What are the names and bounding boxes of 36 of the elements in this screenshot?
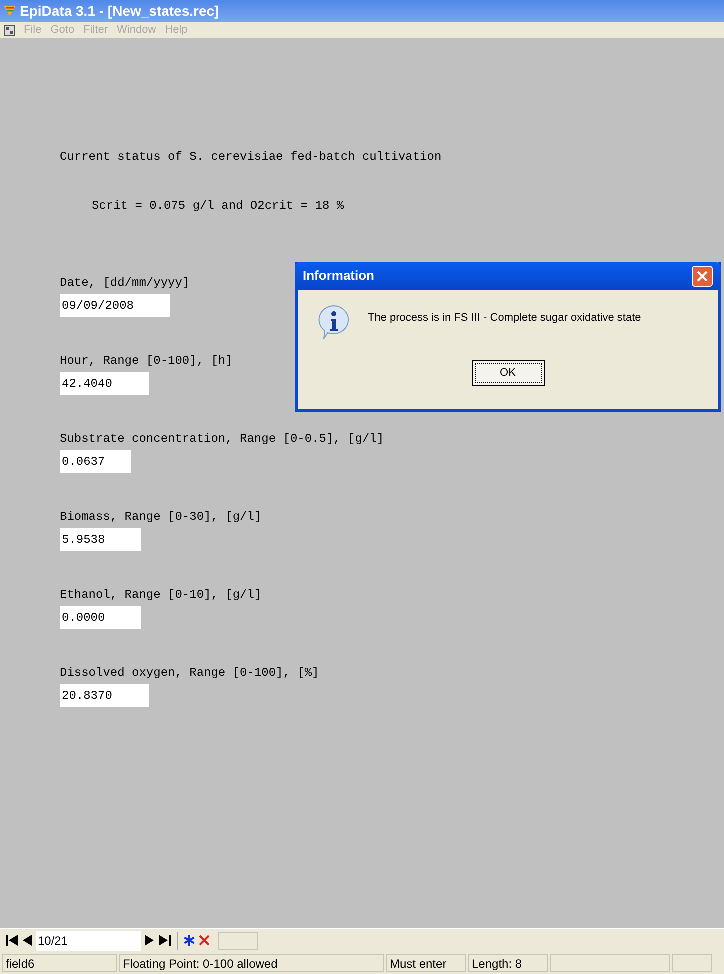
status-box	[218, 932, 258, 950]
input-field[interactable]: 5.9538	[60, 528, 141, 551]
field-label: Date, [dd/mm/yyyy]	[60, 275, 190, 290]
dialog-title: Information	[303, 267, 374, 286]
field-label: Ethanol, Range [0-10], [g/l]	[60, 587, 262, 602]
last-record-icon[interactable]	[159, 935, 171, 946]
first-record-icon[interactable]	[6, 935, 18, 946]
record-field[interactable]: 10/21	[36, 930, 141, 950]
input-field[interactable]: 20.8370	[60, 684, 149, 707]
next-record-icon[interactable]	[145, 935, 155, 946]
status-panel: Floating Point: 0-100 allowed	[119, 954, 384, 972]
field-label: Substrate concentration, Range [0-0.5], [g/l]	[60, 431, 384, 446]
ok-button[interactable]: OK	[472, 360, 544, 386]
window-title: EpiData 3.1 - [New_states.rec]	[20, 2, 220, 21]
delete-icon[interactable]	[199, 935, 210, 946]
dialog-message: The process is in FS III - Complete sugar oxidative state	[368, 311, 642, 326]
input-field[interactable]: 0.0637	[60, 450, 131, 473]
close-button[interactable]	[692, 266, 713, 286]
status-panel	[672, 954, 712, 972]
input-field[interactable]: 42.4040	[60, 372, 149, 395]
close-icon	[697, 270, 708, 282]
field-label: Hour, Range [0-100], [h]	[60, 353, 233, 368]
new-record-icon[interactable]	[184, 935, 195, 946]
form-subheading: Scrit = 0.075 g/l and O2crit = 18 %	[92, 198, 344, 213]
form-heading: Current status of S. cerevisiae fed-batch cultivation	[60, 149, 442, 164]
status-panel: Must enter	[386, 954, 466, 972]
document-icon	[4, 24, 15, 36]
app-logo-icon	[4, 5, 16, 17]
input-field[interactable]: 0.0000	[60, 606, 141, 629]
field-label: Biomass, Range [0-30], [g/l]	[60, 509, 262, 524]
input-field[interactable]: 09/09/2008	[60, 294, 170, 317]
info-icon	[316, 304, 352, 340]
status-panel: Length: 8	[468, 954, 548, 972]
previous-record-icon[interactable]	[22, 935, 32, 946]
field-label: Dissolved oxygen, Range [0-100], [%]	[60, 665, 320, 680]
status-panel: field6	[2, 954, 117, 972]
